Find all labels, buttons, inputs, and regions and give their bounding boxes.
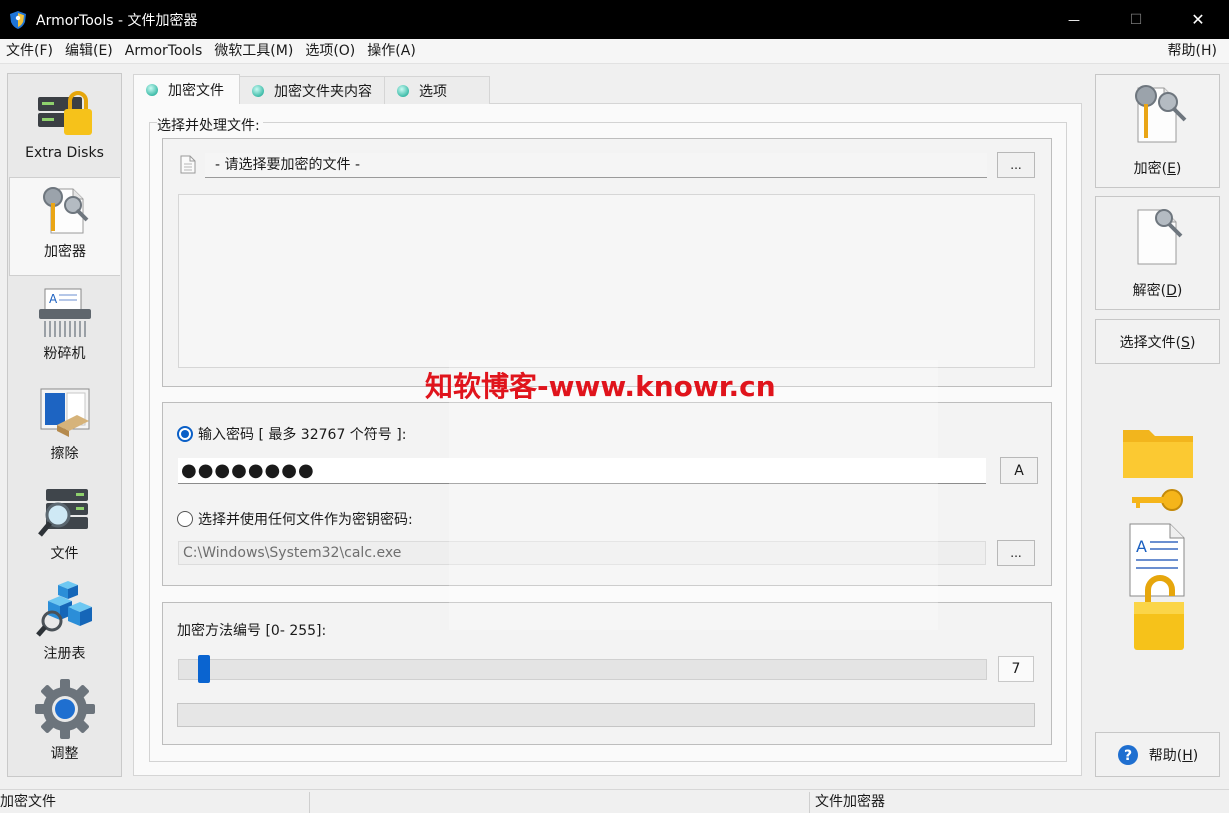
close-button[interactable]: ✕ [1167, 0, 1229, 39]
status-left: 加密文件 [0, 794, 56, 810]
encrypt-label: 加密(E) [1133, 161, 1182, 177]
encrypt-button[interactable]: 加密(E) [1095, 74, 1220, 188]
tab-status-dot-icon [397, 84, 409, 97]
file-icon [180, 155, 196, 174]
sidebar-item-label: 擦除 [50, 446, 79, 462]
sidebar-item-eraser[interactable]: 擦除 [9, 378, 120, 477]
sidebar-item-label: 调整 [50, 746, 79, 762]
tab-label: 选项 [419, 83, 447, 100]
password-radio-label: 输入密码 [ 最多 32767 个符号 ]: [198, 427, 407, 443]
decrypt-label: 解密(D) [1132, 283, 1183, 299]
sidebar-item-encryptor[interactable]: 加密器 [9, 177, 120, 276]
help-label: 帮助(H) [1148, 747, 1199, 764]
radio-selected-icon [177, 426, 193, 442]
window-title: ArmorTools - 文件加密器 [36, 12, 198, 29]
method-slider-thumb[interactable] [198, 655, 210, 683]
svg-text:A: A [1136, 537, 1147, 556]
sidebar-item-registry[interactable]: 注册表 [9, 578, 120, 677]
armor-shield-icon [10, 10, 26, 29]
sidebar-item-label: 注册表 [43, 646, 86, 662]
status-bar: 加密文件 文件加密器 [0, 789, 1229, 813]
browse-keyfile-button[interactable]: ... [997, 540, 1035, 566]
maximize-button[interactable]: ☐ [1105, 0, 1167, 39]
sidebar-item-label: 文件 [50, 546, 79, 562]
file-list[interactable] [178, 194, 1035, 368]
menu-microsoft-tools[interactable]: 微软工具(M) [208, 39, 299, 64]
tab-status-dot-icon [146, 83, 158, 96]
minimize-button[interactable]: — [1043, 0, 1105, 39]
decrypt-button[interactable]: 解密(D) [1095, 196, 1220, 310]
menu-edit[interactable]: 编辑(E) [59, 39, 119, 64]
document-key-icon [1137, 209, 1182, 265]
watermark-text: 知软博客-www.knowr.cn [425, 370, 776, 403]
browse-file-button[interactable]: ... [997, 152, 1035, 178]
file-search-icon [37, 489, 88, 537]
tab-encrypt-file[interactable]: 加密文件 [133, 74, 240, 104]
tool-sidebar: Extra Disks 加密器 A 粉碎机 擦除 文件 注册表 调整 [7, 73, 122, 777]
file-path-field[interactable]: - 请选择要加密的文件 - [205, 153, 987, 178]
method-label: 加密方法编号 [0- 255]: [177, 623, 327, 639]
status-divider [809, 792, 810, 813]
group-label: 选择并处理文件: [157, 115, 263, 135]
menu-file[interactable]: 文件(F) [0, 39, 59, 64]
menu-help[interactable]: 帮助(H) [1162, 39, 1223, 64]
registry-icon [35, 581, 92, 637]
svg-text:A: A [49, 292, 58, 306]
sidebar-item-label: Extra Disks [25, 145, 104, 161]
title-bar: ArmorTools - 文件加密器 — ☐ ✕ [0, 0, 1229, 39]
sidebar-item-shredder[interactable]: A 粉碎机 [9, 278, 120, 377]
keyfile-radio[interactable]: 选择并使用任何文件作为密钥密码: [177, 509, 413, 529]
gear-icon [34, 679, 95, 739]
sidebar-item-label: 加密器 [44, 244, 86, 260]
folder-key-lock-illustration: A [1123, 430, 1193, 650]
select-file-label: 选择文件(S) [1119, 334, 1196, 351]
sidebar-item-tweaks[interactable]: 调整 [9, 678, 120, 777]
sidebar-item-files[interactable]: 文件 [9, 478, 120, 577]
sidebar-item-extra-disks[interactable]: Extra Disks [9, 76, 120, 175]
svg-text:?: ? [1124, 748, 1132, 764]
status-right: 文件加密器 [815, 794, 885, 810]
menu-bar: 文件(F) 编辑(E) ArmorTools 微软工具(M) 选项(O) 操作(… [0, 39, 1229, 64]
radio-unselected-icon [177, 511, 193, 527]
status-divider [309, 792, 310, 813]
menu-actions[interactable]: 操作(A) [361, 39, 422, 64]
tab-bar: 加密文件 加密文件夹内容 选项 [133, 74, 490, 104]
method-number-field[interactable]: 7 [998, 656, 1034, 682]
select-file-button[interactable]: 选择文件(S) [1095, 319, 1220, 364]
method-slider-track[interactable] [178, 659, 987, 680]
tab-options[interactable]: 选项 [384, 76, 490, 104]
eraser-book-icon [40, 388, 89, 437]
menu-options[interactable]: 选项(O) [299, 39, 361, 64]
help-icon: ? [1117, 744, 1138, 765]
locked-disks-icon [37, 91, 92, 135]
password-radio[interactable]: 输入密码 [ 最多 32767 个符号 ]: [177, 424, 406, 444]
menu-armortools[interactable]: ArmorTools [119, 39, 209, 64]
sidebar-item-label: 粉碎机 [43, 346, 86, 362]
tab-status-dot-icon [252, 84, 264, 97]
key-document-icon [1134, 85, 1186, 143]
shredder-icon: A [38, 288, 91, 337]
show-password-button[interactable]: A [1000, 457, 1038, 484]
keyfile-radio-label: 选择并使用任何文件作为密钥密码: [198, 512, 413, 528]
tab-label: 加密文件夹内容 [274, 83, 372, 100]
help-button[interactable]: ? 帮助(H) [1095, 732, 1220, 777]
progress-bar [177, 703, 1035, 727]
key-document-icon [43, 187, 89, 234]
tab-encrypt-folder[interactable]: 加密文件夹内容 [239, 76, 385, 104]
tab-label: 加密文件 [168, 82, 224, 99]
